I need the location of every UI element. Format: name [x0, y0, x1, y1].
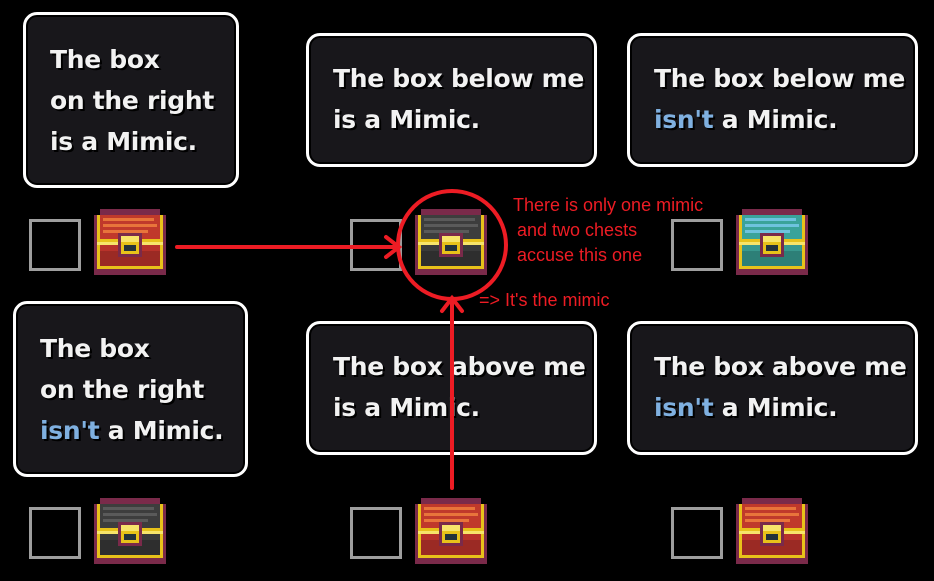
clue-text: The box on the right isn't a Mimic.	[40, 328, 224, 451]
clue-bubble-6: The box above me isn't a Mimic.	[627, 321, 918, 455]
clue-line: The box below me	[333, 64, 585, 93]
mark-checkbox-2[interactable]	[350, 219, 402, 271]
chest-keyhole	[445, 534, 457, 540]
clue-line: The box	[40, 334, 150, 363]
clue-line: isn't a Mimic.	[40, 416, 224, 445]
negation-word: isn't	[654, 393, 714, 422]
chest-lid-plank	[103, 230, 148, 233]
clue-line: is a Mimic.	[333, 105, 480, 134]
chest-outline	[100, 498, 160, 504]
chest-2[interactable]	[415, 209, 487, 275]
mark-checkbox-5[interactable]	[350, 507, 402, 559]
negation-word: isn't	[654, 105, 714, 134]
chest-lid-plank	[424, 507, 475, 510]
chest-lock-light	[763, 236, 781, 242]
chest-base-trim	[418, 555, 484, 558]
reasoning-note: There is only one mimic and two chests a…	[513, 195, 704, 265]
clue-line: The box above me	[654, 352, 907, 381]
chest-lid-plank	[103, 507, 154, 510]
chest-keyhole	[766, 245, 778, 251]
mark-checkbox-1[interactable]	[29, 219, 81, 271]
chest-lid-plank	[424, 218, 475, 221]
chest-lid-plank	[745, 519, 790, 522]
chest-keyhole	[124, 245, 136, 251]
clue-line: The box below me	[654, 64, 906, 93]
chest-outline	[742, 209, 802, 215]
clue-bubble-5: The box above me is a Mimic.	[306, 321, 597, 455]
clue-text: The box below me is a Mimic.	[333, 58, 584, 140]
chest-outline	[100, 209, 160, 215]
chest-lid-plank	[103, 513, 157, 516]
chest-lid-plank	[103, 519, 148, 522]
chest-outline	[421, 209, 481, 215]
chest-1[interactable]	[94, 209, 166, 275]
clue-line: isn't a Mimic.	[654, 105, 838, 134]
chest-lid-plank	[745, 218, 796, 221]
chest-base-trim	[739, 555, 805, 558]
chest-lid-plank	[424, 513, 478, 516]
chest-lid-plank	[103, 224, 157, 227]
clue-text: The box above me isn't a Mimic.	[654, 346, 907, 428]
clue-line: is a Mimic.	[333, 393, 480, 422]
chest-lock-light	[121, 236, 139, 242]
chest-lid-plank	[745, 513, 799, 516]
clue-bubble-3: The box below me isn't a Mimic.	[627, 33, 918, 167]
chest-lid-plank	[424, 519, 469, 522]
clue-bubble-2: The box below me is a Mimic.	[306, 33, 597, 167]
chest-base-trim	[418, 266, 484, 269]
chest-4[interactable]	[94, 498, 166, 564]
chest-5[interactable]	[415, 498, 487, 564]
clue-line: The box above me	[333, 352, 586, 381]
clue-line: on the right	[50, 86, 215, 115]
clue-text: The box above me is a Mimic.	[333, 346, 586, 428]
chest-lid-plank	[424, 230, 469, 233]
chest-outline	[421, 498, 481, 504]
negation-word: isn't	[40, 416, 100, 445]
chest-base-trim	[97, 555, 163, 558]
chest-lid-plank	[745, 507, 796, 510]
mark-checkbox-6[interactable]	[671, 507, 723, 559]
clue-line: is a Mimic.	[50, 127, 197, 156]
mark-checkbox-4[interactable]	[29, 507, 81, 559]
chest-lid-plank	[424, 224, 478, 227]
chest-lock-light	[442, 236, 460, 242]
clue-line: The box	[50, 45, 160, 74]
clue-bubble-4: The box on the right isn't a Mimic.	[13, 301, 248, 477]
chest-outline	[742, 498, 802, 504]
chest-6[interactable]	[736, 498, 808, 564]
conclusion-note: => It's the mimic	[479, 290, 610, 310]
clue-line: isn't a Mimic.	[654, 393, 838, 422]
clue-text: The box on the right is a Mimic.	[50, 39, 214, 162]
chest-keyhole	[124, 534, 136, 540]
clue-text: The box below me isn't a Mimic.	[654, 58, 905, 140]
chest-lid-plank	[745, 230, 790, 233]
clue-line: on the right	[40, 375, 205, 404]
chest-keyhole	[445, 245, 457, 251]
chest-base-trim	[739, 266, 805, 269]
chest-base-trim	[97, 266, 163, 269]
chest-lid-plank	[103, 218, 154, 221]
clue-bubble-1: The box on the right is a Mimic.	[23, 12, 239, 188]
chest-lock-light	[442, 525, 460, 531]
chest-lock-light	[121, 525, 139, 531]
chest-keyhole	[766, 534, 778, 540]
chest-lock-light	[763, 525, 781, 531]
chest-3[interactable]	[736, 209, 808, 275]
chest-lid-plank	[745, 224, 799, 227]
